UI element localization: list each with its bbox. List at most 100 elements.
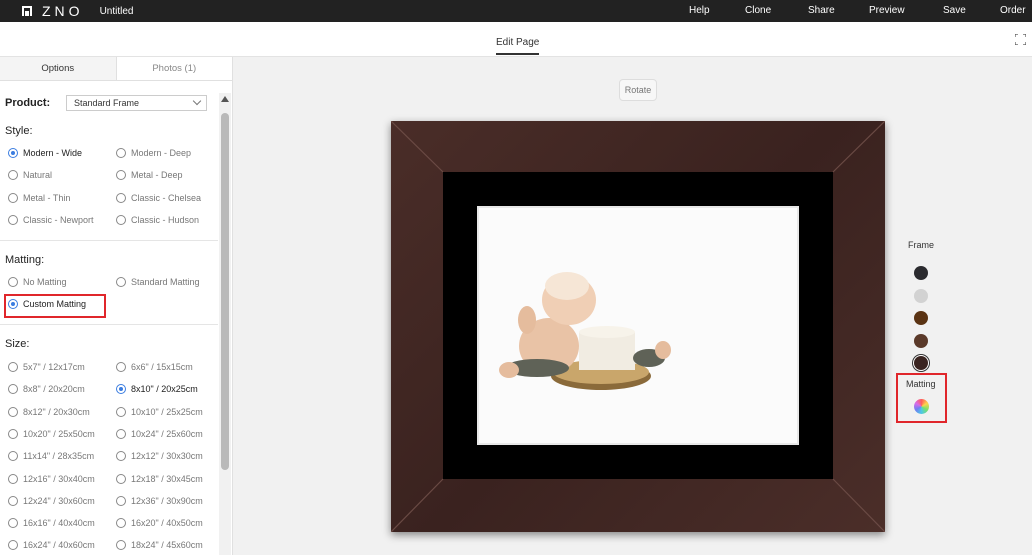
help-button[interactable]: Help bbox=[689, 5, 710, 16]
clone-button[interactable]: Clone bbox=[745, 5, 771, 16]
radio-label: 8x12" / 20x30cm bbox=[23, 406, 90, 417]
style-option-metal-deep[interactable]: Metal - Deep bbox=[116, 170, 183, 180]
radio-label: Standard Matting bbox=[131, 277, 200, 287]
matting-label: Matting: bbox=[5, 254, 45, 266]
radio-dot bbox=[8, 193, 18, 203]
radio-dot bbox=[116, 362, 126, 372]
size-option[interactable]: 8x12" / 20x30cm bbox=[8, 406, 90, 417]
radio-label: 10x10" / 25x25cm bbox=[131, 406, 203, 417]
radio-label: 16x16" / 40x40cm bbox=[23, 518, 95, 529]
preview-button[interactable]: Preview bbox=[869, 5, 905, 16]
radio-dot bbox=[8, 170, 18, 180]
frame-color-swatch[interactable] bbox=[914, 266, 928, 280]
frame-color-swatch[interactable] bbox=[914, 356, 928, 370]
radio-dot bbox=[8, 148, 18, 158]
radio-dot bbox=[8, 406, 18, 417]
size-option[interactable]: 12x16" / 30x40cm bbox=[8, 473, 95, 484]
scroll-up-arrow-icon[interactable] bbox=[221, 96, 229, 102]
order-button[interactable]: Order bbox=[1000, 5, 1026, 16]
radio-label: Classic - Chelsea bbox=[131, 193, 202, 203]
app-logo[interactable]: ZNO bbox=[22, 3, 84, 19]
radio-label: Modern - Wide bbox=[23, 148, 83, 158]
size-option[interactable]: 16x20" / 40x50cm bbox=[116, 518, 203, 529]
frame-color-swatch[interactable] bbox=[914, 333, 928, 348]
size-option[interactable]: 8x10" / 20x25cm bbox=[116, 384, 198, 395]
radio-dot bbox=[116, 451, 126, 462]
size-option[interactable]: 11x14" / 28x35cm bbox=[8, 451, 94, 462]
matting-option-standard[interactable]: Standard Matting bbox=[116, 277, 200, 287]
size-option[interactable]: 10x24" / 25x60cm bbox=[116, 428, 203, 439]
photo-image bbox=[479, 208, 797, 443]
matting-option-none[interactable]: No Matting bbox=[8, 277, 67, 287]
radio-label: No Matting bbox=[23, 277, 67, 287]
radio-label: 8x8" / 20x20cm bbox=[23, 384, 85, 395]
radio-label: Classic - Newport bbox=[23, 215, 94, 225]
style-option-modern-deep[interactable]: Modern - Deep bbox=[116, 148, 191, 158]
tab-edit-page[interactable]: Edit Page bbox=[496, 37, 540, 55]
size-option[interactable]: 12x24" / 30x60cm bbox=[8, 495, 95, 506]
frame-color-label: Frame bbox=[908, 240, 935, 250]
save-button[interactable]: Save bbox=[943, 5, 966, 16]
frame-color-swatch[interactable] bbox=[914, 288, 928, 303]
radio-label: 12x36" / 30x90cm bbox=[131, 495, 203, 506]
custom-matting-highlight bbox=[4, 294, 106, 318]
tab-options[interactable]: Options bbox=[0, 57, 117, 80]
radio-label: Metal - Deep bbox=[131, 170, 183, 180]
product-select[interactable]: Standard Frame bbox=[66, 95, 207, 111]
radio-dot bbox=[8, 362, 18, 372]
size-option[interactable]: 16x24" / 40x60cm bbox=[8, 540, 95, 551]
radio-label: 12x18" / 30x45cm bbox=[131, 473, 203, 484]
radio-label: Modern - Deep bbox=[131, 148, 192, 158]
radio-label: 6x6" / 15x15cm bbox=[131, 362, 193, 372]
size-option[interactable]: 6x6" / 15x15cm bbox=[116, 362, 193, 372]
size-option[interactable]: 10x20" / 25x50cm bbox=[8, 428, 95, 439]
size-option[interactable]: 12x36" / 30x90cm bbox=[116, 495, 203, 506]
radio-dot bbox=[116, 384, 126, 395]
frame-color-swatch[interactable] bbox=[914, 311, 928, 325]
size-option[interactable]: 10x10" / 25x25cm bbox=[116, 406, 203, 417]
size-option[interactable]: 12x12" / 30x30cm bbox=[116, 451, 203, 462]
style-option-classic-chelsea[interactable]: Classic - Chelsea bbox=[116, 193, 201, 203]
scroll-thumb[interactable] bbox=[221, 113, 229, 470]
product-select-value: Standard Frame bbox=[74, 98, 140, 108]
size-option[interactable]: 5x7" / 12x17cm bbox=[8, 362, 85, 372]
radio-label: Metal - Thin bbox=[23, 193, 71, 203]
rotate-button[interactable]: Rotate bbox=[619, 79, 657, 101]
fullscreen-icon[interactable] bbox=[1015, 34, 1026, 45]
page-toolbar: Edit Page bbox=[0, 22, 1032, 57]
chevron-down-icon bbox=[192, 96, 202, 106]
logo-mark-icon bbox=[22, 6, 32, 16]
document-title[interactable]: Untitled bbox=[100, 6, 134, 17]
photo[interactable] bbox=[477, 206, 799, 445]
radio-label: 10x24" / 25x60cm bbox=[131, 428, 203, 439]
panel-tabs: Options Photos (1) bbox=[0, 57, 232, 81]
radio-dot bbox=[8, 451, 18, 462]
product-label: Product: bbox=[5, 97, 51, 109]
radio-dot bbox=[116, 193, 126, 203]
radio-dot bbox=[8, 277, 18, 287]
radio-dot bbox=[8, 540, 18, 551]
radio-dot bbox=[116, 540, 126, 551]
size-label: Size: bbox=[5, 338, 30, 350]
radio-dot bbox=[8, 473, 18, 484]
divider bbox=[0, 240, 218, 241]
style-option-classic-newport[interactable]: Classic - Newport bbox=[8, 215, 94, 225]
size-option[interactable]: 12x18" / 30x45cm bbox=[116, 473, 203, 484]
radio-dot bbox=[8, 518, 18, 529]
radio-dot bbox=[116, 148, 126, 158]
tab-photos[interactable]: Photos (1) bbox=[117, 57, 233, 80]
style-option-metal-thin[interactable]: Metal - Thin bbox=[8, 193, 70, 203]
size-option[interactable]: 16x16" / 40x40cm bbox=[8, 518, 95, 529]
style-option-classic-hudson[interactable]: Classic - Hudson bbox=[116, 215, 199, 225]
radio-dot bbox=[8, 495, 18, 506]
logo-text: ZNO bbox=[42, 3, 84, 19]
style-label: Style: bbox=[5, 125, 33, 137]
radio-dot bbox=[116, 428, 126, 439]
style-option-modern-wide[interactable]: Modern - Wide bbox=[8, 148, 82, 158]
size-option[interactable]: 18x24" / 45x60cm bbox=[116, 540, 203, 551]
radio-dot bbox=[8, 428, 18, 439]
style-option-natural[interactable]: Natural bbox=[8, 170, 52, 180]
color-wheel-icon[interactable] bbox=[914, 399, 929, 414]
size-option[interactable]: 8x8" / 20x20cm bbox=[8, 384, 85, 395]
share-button[interactable]: Share bbox=[808, 5, 835, 16]
